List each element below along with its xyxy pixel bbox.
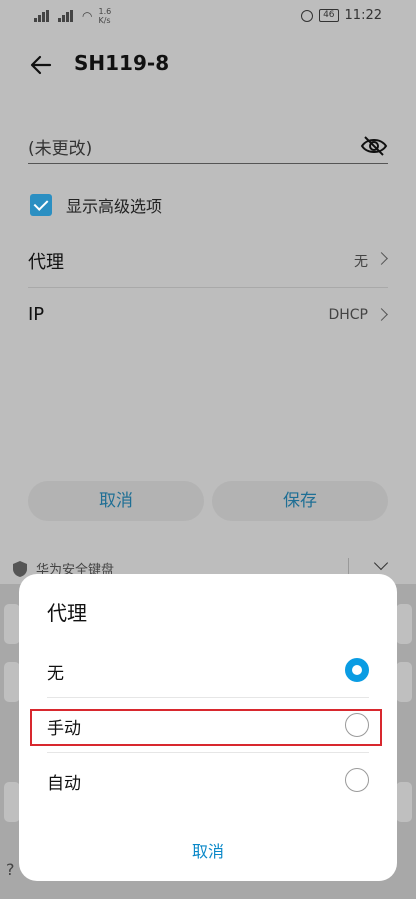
option-label: 自动 xyxy=(47,774,81,794)
chevron-right-icon xyxy=(375,252,388,265)
dialog-title: 代理 xyxy=(47,601,87,625)
option-auto[interactable]: 自动 xyxy=(47,754,369,808)
option-none[interactable]: 无 xyxy=(47,644,369,698)
keyboard-key[interactable] xyxy=(396,782,412,822)
highlight-box xyxy=(30,709,382,746)
keyboard-key[interactable] xyxy=(4,662,20,702)
keyboard-key[interactable] xyxy=(396,604,412,644)
signal-icon xyxy=(34,10,52,22)
chevron-down-icon[interactable] xyxy=(373,555,389,571)
cancel-button[interactable]: 取消 xyxy=(28,481,204,521)
clock: 11:22 xyxy=(344,8,382,23)
shield-icon xyxy=(13,561,27,577)
advanced-options-toggle[interactable]: 显示高级选项 xyxy=(30,192,162,218)
save-button[interactable]: 保存 xyxy=(212,481,388,521)
proxy-value: 无 xyxy=(354,254,368,270)
chevron-right-icon xyxy=(375,308,388,321)
page-title: SH119-8 xyxy=(74,51,170,75)
wifi-icon: ◠ xyxy=(82,9,93,23)
keyboard-key-symbol[interactable]: ? xyxy=(6,860,15,879)
net-speed: 1.6 K/s xyxy=(98,7,112,25)
keyboard-key[interactable] xyxy=(396,662,412,702)
proxy-label: 代理 xyxy=(28,252,64,273)
dialog-cancel-button[interactable]: 取消 xyxy=(19,838,397,862)
ip-setting-row[interactable]: IP DHCP xyxy=(28,289,388,344)
radio-selected[interactable] xyxy=(345,658,369,682)
advanced-options-label: 显示高级选项 xyxy=(66,197,163,216)
proxy-dialog: 代理 无 手动 自动 取消 xyxy=(19,574,397,881)
keyboard-key[interactable] xyxy=(4,782,20,822)
keyboard-key[interactable] xyxy=(4,604,20,644)
alarm-icon xyxy=(301,9,314,22)
battery-indicator: 46 xyxy=(319,9,339,22)
option-label: 无 xyxy=(47,664,64,684)
back-arrow-icon[interactable] xyxy=(28,52,54,78)
ip-value: DHCP xyxy=(328,307,368,323)
radio-unselected[interactable] xyxy=(345,768,369,792)
password-field[interactable]: (未更改) xyxy=(28,128,388,164)
status-bar: ◠ 1.6 K/s 46 11:22 xyxy=(0,0,416,34)
signal-icon-2 xyxy=(58,10,76,22)
advanced-checkbox[interactable] xyxy=(30,194,52,216)
ip-label: IP xyxy=(28,304,45,325)
hide-password-eye-icon[interactable] xyxy=(360,134,388,158)
header: SH119-8 xyxy=(0,40,416,90)
proxy-setting-row[interactable]: 代理 无 xyxy=(28,233,388,288)
password-placeholder: (未更改) xyxy=(28,139,93,159)
